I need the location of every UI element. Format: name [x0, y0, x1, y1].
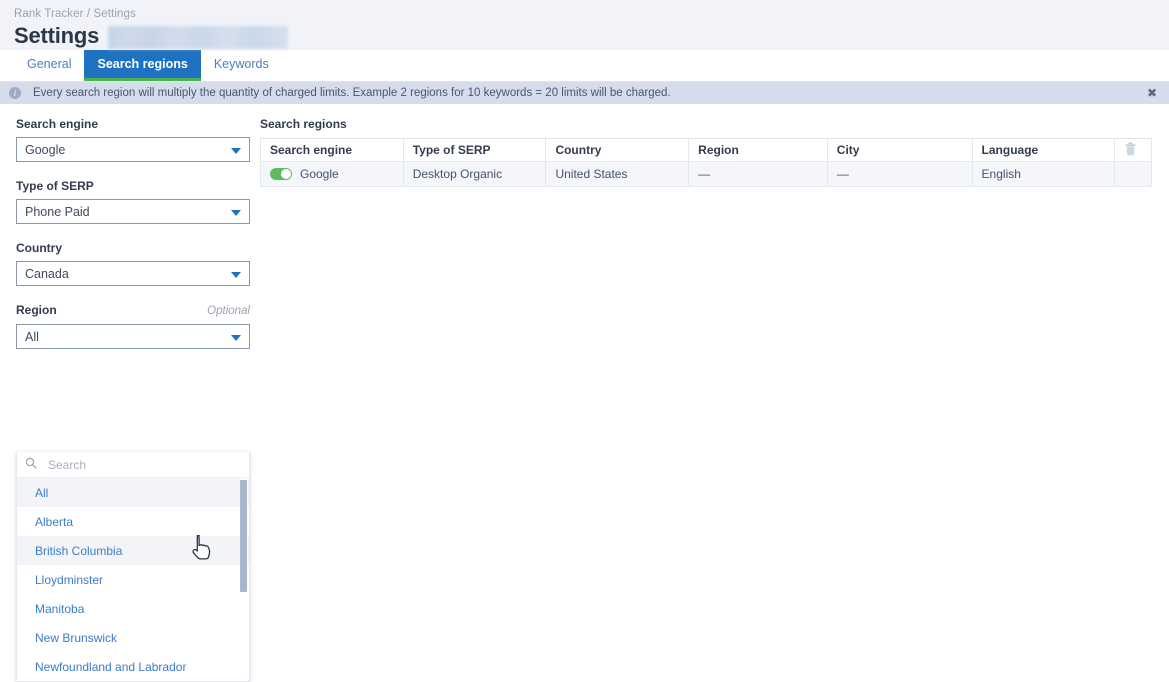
tab-general[interactable]: General	[14, 50, 84, 81]
field-country-label: Country	[16, 241, 62, 255]
toggle-knob	[281, 169, 291, 179]
field-country-label-row: Country	[16, 241, 250, 255]
trash-icon[interactable]	[1124, 141, 1137, 156]
cell-region: —	[688, 161, 828, 187]
field-search-engine-label-row: Search engine	[16, 117, 250, 131]
page-header: Rank Tracker / Settings Settings	[0, 0, 1169, 50]
table-header-row: Search engine Type of SERP Country Regio…	[260, 138, 1152, 162]
search-engine-toggle-cell: Google	[270, 167, 403, 181]
region-option-lloydminster[interactable]: Lloydminster	[17, 565, 249, 594]
settings-tabs: General Search regions Keywords	[0, 50, 1169, 82]
country-select[interactable]: Canada	[16, 261, 250, 286]
tab-keywords-label: Keywords	[213, 56, 269, 71]
region-value: All	[25, 329, 39, 344]
field-type-of-serp: Type of SERP Phone Paid	[16, 179, 260, 224]
chevron-down-icon	[231, 209, 241, 216]
field-region-label-row: Region Optional	[16, 303, 250, 318]
column-header-city[interactable]: City	[826, 138, 973, 162]
region-option-all[interactable]: All	[17, 478, 249, 507]
region-dropdown-panel: All Alberta British Columbia Lloydminste…	[16, 452, 250, 682]
info-banner: i Every search region will multiply the …	[0, 82, 1169, 104]
cell-search-engine-label: Google	[300, 167, 339, 181]
field-type-of-serp-label: Type of SERP	[16, 179, 94, 193]
field-search-engine-label: Search engine	[16, 117, 99, 131]
chevron-down-icon	[231, 147, 241, 154]
info-banner-text: Every search region will multiply the qu…	[33, 87, 671, 99]
field-country: Country Canada	[16, 241, 260, 286]
dropdown-scrollbar-track[interactable]	[240, 478, 248, 681]
row-enabled-toggle[interactable]	[270, 168, 292, 180]
table-row: Google Desktop Organic United States — —…	[260, 161, 1152, 187]
region-option-manitoba[interactable]: Manitoba	[17, 594, 249, 623]
region-select[interactable]: All	[16, 324, 250, 349]
search-engine-value: Google	[25, 142, 66, 157]
cell-type-of-serp: Desktop Organic	[402, 161, 547, 187]
dropdown-scrollbar-thumb[interactable]	[240, 480, 247, 592]
country-value: Canada	[25, 266, 69, 281]
type-of-serp-select[interactable]: Phone Paid	[16, 199, 250, 224]
tab-general-label: General	[27, 56, 72, 71]
column-header-search-engine[interactable]: Search engine	[260, 138, 404, 162]
cell-search-engine: Google	[260, 161, 404, 187]
search-regions-table-label: Search regions	[260, 117, 347, 131]
content-area: Search engine Google Type of SERP Phone …	[0, 104, 1169, 682]
breadcrumb: Rank Tracker / Settings	[14, 8, 136, 20]
search-icon	[25, 456, 37, 474]
region-form: Search engine Google Type of SERP Phone …	[0, 117, 260, 366]
chevron-down-icon	[231, 271, 241, 278]
field-region: Region Optional All	[16, 303, 260, 349]
column-header-language[interactable]: Language	[971, 138, 1116, 162]
column-header-country[interactable]: Country	[545, 138, 690, 162]
close-icon[interactable]: ✖	[1145, 86, 1159, 100]
region-dropdown-list[interactable]: All Alberta British Columbia Lloydminste…	[17, 478, 249, 681]
type-of-serp-value: Phone Paid	[25, 204, 90, 219]
search-engine-select[interactable]: Google	[16, 137, 250, 162]
field-region-optional-note: Optional	[207, 305, 250, 317]
cell-language: English	[971, 161, 1116, 187]
cell-delete[interactable]	[1114, 161, 1152, 187]
region-option-newfoundland-and-labrador[interactable]: Newfoundland and Labrador	[17, 652, 249, 681]
region-option-alberta[interactable]: Alberta	[17, 507, 249, 536]
column-header-delete	[1114, 138, 1152, 162]
region-search-input[interactable]	[46, 456, 226, 473]
region-option-british-columbia[interactable]: British Columbia	[17, 536, 249, 565]
tab-keywords[interactable]: Keywords	[201, 50, 282, 81]
search-regions-panel: Search regions Search engine Type of SER…	[260, 117, 1169, 187]
column-header-region[interactable]: Region	[688, 138, 828, 162]
cell-city: —	[826, 161, 973, 187]
chevron-down-icon	[231, 334, 241, 341]
region-option-new-brunswick[interactable]: New Brunswick	[17, 623, 249, 652]
region-dropdown-search-row	[17, 452, 249, 478]
field-search-engine: Search engine Google	[16, 117, 260, 162]
title-row: Settings	[14, 23, 1169, 49]
field-region-label: Region	[16, 303, 57, 317]
page-title: Settings	[14, 23, 100, 48]
tab-search-regions[interactable]: Search regions	[84, 50, 201, 81]
redacted-project-name	[108, 25, 289, 49]
field-type-of-serp-label-row: Type of SERP	[16, 179, 250, 193]
tab-search-regions-label: Search regions	[97, 56, 188, 71]
cell-country: United States	[545, 161, 690, 187]
column-header-type-of-serp[interactable]: Type of SERP	[402, 138, 547, 162]
search-regions-table: Search engine Type of SERP Country Regio…	[260, 138, 1152, 187]
info-icon: i	[9, 87, 21, 99]
